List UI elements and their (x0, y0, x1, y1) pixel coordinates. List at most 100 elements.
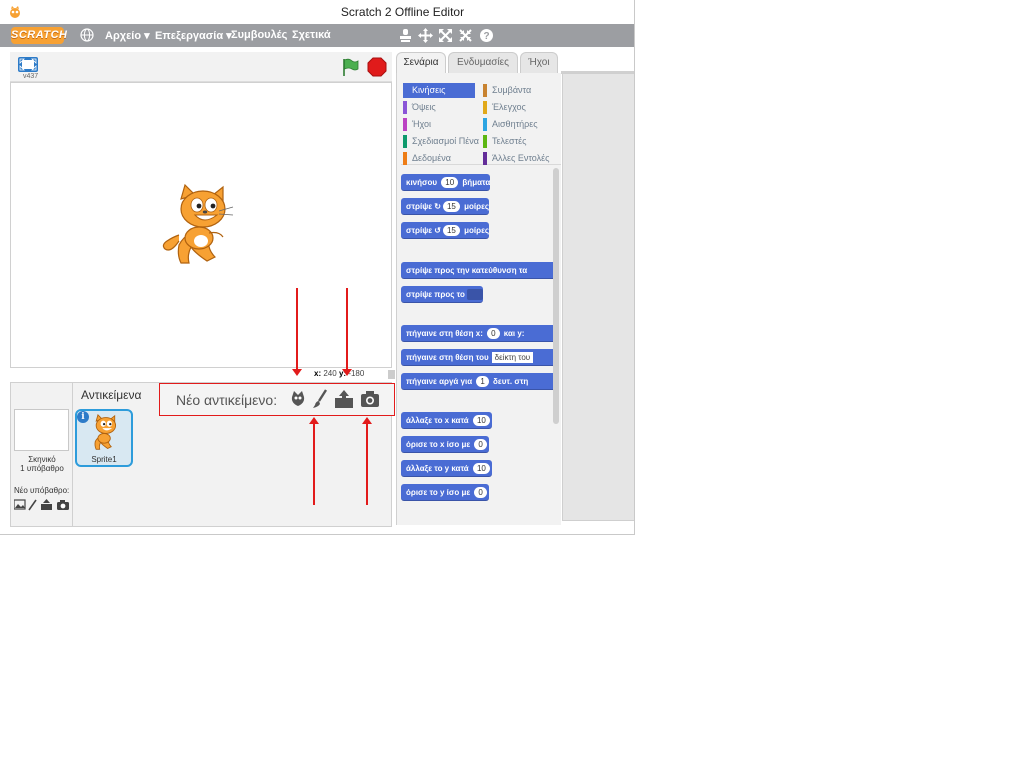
menu-file[interactable]: Αρχείο ▾ (105, 29, 150, 42)
block-number-input[interactable]: 10 (472, 415, 490, 426)
stage-backdrop-count: 1 υπόβαθρο (20, 464, 64, 473)
menu-edit[interactable]: Επεξεργασία ▾ (155, 29, 232, 42)
category-swatch (403, 84, 407, 97)
paint-brush-icon[interactable] (310, 389, 330, 409)
category-motion[interactable]: Κινήσεις (403, 83, 475, 98)
green-flag-icon[interactable] (341, 57, 359, 77)
coord-x-label: x: (314, 369, 322, 378)
help-icon[interactable]: ? (479, 28, 494, 43)
blocks-list: κινήσου 10 βήματα στρίψε ↻ 15 μοίρες στρί… (401, 171, 558, 521)
category-events[interactable]: Συμβάντα (483, 83, 531, 98)
category-sensing[interactable]: Αισθητήρες (483, 117, 538, 132)
grow-icon[interactable] (418, 28, 433, 43)
stage-canvas[interactable] (10, 82, 392, 368)
block-point-towards[interactable]: στρίψε προς το (401, 286, 483, 303)
block-glide[interactable]: πήγαινε αργά για 1 δευτ. στη (401, 373, 558, 390)
category-swatch (403, 118, 407, 131)
block-text: στρίψε προς την κατεύθυνση τα (406, 266, 528, 275)
block-goto-target[interactable]: πήγαινε στη θέση του δείκτη του (401, 349, 558, 366)
category-control[interactable]: Έλεγχος (483, 100, 526, 115)
sprites-title: Αντικείμενα (81, 388, 142, 402)
backdrop-camera-icon[interactable] (57, 500, 69, 510)
category-list: Κινήσεις Συμβάντα Όψεις Έλεγχος Ήχοι Αισ… (401, 77, 561, 165)
block-point-direction[interactable]: στρίψε προς την κατεύθυνση τα (401, 262, 558, 279)
block-text: πήγαινε αργά για (406, 377, 473, 386)
block-text: κινήσου (406, 178, 438, 187)
block-turn-right[interactable]: στρίψε ↻ 15 μοίρες (401, 198, 490, 215)
block-move-steps[interactable]: κινήσου 10 βήματα (401, 174, 491, 191)
stamp-icon[interactable] (398, 28, 413, 43)
backdrop-paint-icon[interactable] (28, 499, 37, 511)
language-globe-icon[interactable] (80, 28, 94, 42)
sprite-library-icon[interactable] (288, 389, 308, 409)
tab-scripts[interactable]: Σενάρια (396, 52, 446, 75)
block-change-x[interactable]: άλλαξε το x κατά 10 (401, 412, 492, 429)
coord-x-value: 240 (323, 369, 337, 378)
scratch-logo[interactable]: SCRATCH (11, 27, 67, 44)
category-swatch (403, 152, 407, 165)
block-number-input[interactable]: 10 (441, 177, 459, 188)
block-text: στρίψε (406, 202, 433, 211)
tab-sounds[interactable]: Ήχοι (520, 52, 558, 74)
category-looks[interactable]: Όψεις (403, 100, 436, 115)
block-set-x[interactable]: όρισε το x ίσο με 0 (401, 436, 489, 453)
category-pen[interactable]: Σχεδιασμοί Πένα (403, 134, 479, 149)
upload-sprite-icon[interactable] (334, 389, 354, 409)
block-goto-xy[interactable]: πήγαινε στη θέση x: 0 και y: (401, 325, 558, 342)
block-turn-left[interactable]: στρίψε ↺ 15 μοίρες (401, 222, 490, 239)
stage-thumbnail[interactable] (14, 409, 69, 451)
annotation-arrow-head (342, 369, 352, 376)
block-number-input[interactable]: 0 (474, 487, 487, 498)
tab-costumes[interactable]: Ενδυμασίες (448, 52, 518, 74)
menu-tips[interactable]: Συμβουλές (231, 29, 287, 41)
sprite-cat-icon (94, 414, 117, 450)
stage-column: Σκηνικό 1 υπόβαθρο Νέο υπόβαθρο: (11, 383, 73, 526)
scratch-cat-sprite[interactable] (161, 183, 241, 269)
block-number-input[interactable]: 0 (474, 439, 487, 450)
category-label: Άλλες Εντολές (492, 153, 550, 163)
category-swatch (403, 101, 407, 114)
new-backdrop-label: Νέο υπόβαθρο: (14, 486, 70, 495)
category-data[interactable]: Δεδομένα (403, 151, 451, 166)
block-text: στρίψε (406, 226, 433, 235)
block-number-input[interactable]: 10 (472, 463, 490, 474)
category-label: Τελεστές (492, 136, 527, 146)
category-more-blocks[interactable]: Άλλες Εντολές (483, 151, 549, 166)
palette-scrollbar[interactable] (553, 168, 559, 424)
camera-icon[interactable] (360, 389, 380, 409)
block-text: πήγαινε στη θέση x: (406, 329, 483, 338)
dropdown-arrow-icon[interactable] (466, 289, 483, 301)
block-text: άλλαξε το y κατά (406, 464, 469, 473)
category-label: Ήχοι (412, 119, 432, 129)
scripts-area[interactable] (562, 73, 634, 521)
category-label: Δεδομένα (412, 153, 451, 163)
stage-coordinates: x: 240 y: -180 (314, 369, 364, 378)
block-number-input[interactable]: 0 (487, 328, 500, 339)
category-label: Κινήσεις (412, 85, 446, 95)
category-label: Έλεγχος (492, 102, 526, 112)
shrink-icon[interactable] (458, 28, 473, 43)
menu-about[interactable]: Σχετικά (292, 29, 331, 41)
block-set-y[interactable]: όρισε το y ίσο με 0 (401, 484, 489, 501)
category-sound[interactable]: Ήχοι (403, 117, 431, 132)
block-number-input[interactable]: 15 (442, 225, 460, 236)
new-sprite-toolbar: Νέο αντικείμενο: (159, 383, 395, 416)
fullscreen-icon[interactable] (17, 56, 39, 73)
stop-icon[interactable] (367, 57, 387, 77)
block-number-input[interactable]: 1 (476, 376, 489, 387)
block-number-input[interactable]: 15 (442, 201, 460, 212)
category-label: Όψεις (412, 102, 436, 112)
backdrop-upload-icon[interactable] (41, 499, 52, 510)
block-change-y[interactable]: άλλαξε το y κατά 10 (401, 460, 492, 477)
sprite-thumbnail[interactable]: i Sprite1 (75, 409, 133, 467)
block-target-dropdown[interactable]: δείκτη του (491, 352, 534, 363)
new-backdrop-icons (14, 499, 69, 511)
expand-icon[interactable] (438, 28, 453, 43)
backdrop-library-icon[interactable] (14, 499, 26, 510)
block-text: όρισε το x ίσο με (406, 440, 471, 449)
category-label: Αισθητήρες (492, 119, 538, 129)
block-text: μοίρες (464, 226, 490, 235)
collapse-stage-handle[interactable] (388, 370, 395, 379)
category-operators[interactable]: Τελεστές (483, 134, 527, 149)
category-label: Συμβάντα (492, 85, 532, 95)
